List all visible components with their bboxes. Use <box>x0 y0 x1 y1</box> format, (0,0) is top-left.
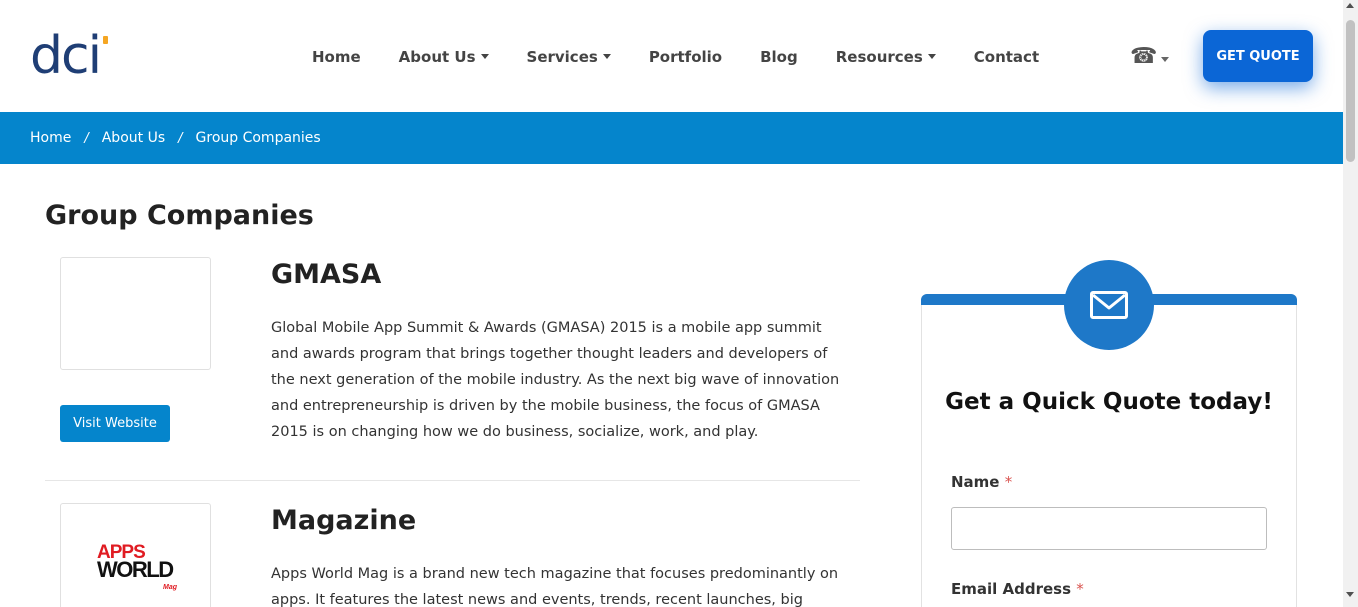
breadcrumb-separator: / <box>178 130 183 146</box>
breadcrumb-home[interactable]: Home <box>30 130 71 146</box>
field-label-text: Email Address <box>951 580 1072 598</box>
breadcrumb-about-us[interactable]: About Us <box>102 130 165 146</box>
nav-item-blog[interactable]: Blog <box>760 46 798 68</box>
dci-logo[interactable]: dci <box>30 30 112 82</box>
nav-item-label: Home <box>312 48 361 66</box>
nav-item-home[interactable]: Home <box>312 46 361 68</box>
caret-down-icon <box>602 53 611 59</box>
page-title: Group Companies <box>45 200 314 231</box>
visit-website-button[interactable]: Visit Website <box>60 405 170 442</box>
nav-item-services[interactable]: Services <box>527 46 611 68</box>
caret-down-icon <box>1161 56 1170 62</box>
nav-item-portfolio[interactable]: Portfolio <box>649 46 722 68</box>
required-mark: * <box>1004 473 1013 491</box>
phone-dropdown[interactable]: ☎ <box>1130 44 1170 70</box>
nav-item-label: Resources <box>835 48 923 66</box>
breadcrumb-current: Group Companies <box>195 130 321 146</box>
site-header: dci Home About Us Services Portfolio Blo… <box>0 0 1343 112</box>
apps-world-logo-image: APPS WORLD Mag <box>60 503 211 607</box>
breadcrumb: Home / About Us / Group Companies <box>0 112 1343 164</box>
nav-item-label: About Us <box>398 48 476 66</box>
breadcrumb-separator: / <box>84 130 89 146</box>
page-scrollbar[interactable] <box>1343 0 1358 607</box>
caret-down-icon <box>480 53 489 59</box>
scroll-down-arrow-icon[interactable] <box>1346 592 1354 597</box>
required-mark: * <box>1076 580 1084 598</box>
nav-item-label: Portfolio <box>648 48 723 66</box>
name-input[interactable] <box>951 507 1267 550</box>
get-quote-button[interactable]: GET QUOTE <box>1203 30 1313 82</box>
company-description: Apps World Mag is a brand new tech magaz… <box>271 566 839 607</box>
envelope-badge <box>1064 260 1154 350</box>
nav-item-contact[interactable]: Contact <box>974 46 1039 68</box>
scrollbar-thumb[interactable] <box>1346 20 1355 162</box>
gmasa-logo-image <box>60 257 211 370</box>
main-nav: Home About Us Services Portfolio Blog Re… <box>312 46 1077 68</box>
scroll-up-arrow-icon[interactable] <box>1346 3 1354 8</box>
email-field-label: Email Address * <box>951 580 1084 598</box>
logo-world-text: WORLD <box>97 557 174 582</box>
logo-accent <box>103 36 108 44</box>
nav-item-label: Contact <box>973 48 1040 66</box>
nav-item-label: Blog <box>760 48 798 66</box>
logo-mag-text: Mag <box>163 584 177 591</box>
apps-world-logo: APPS WORLD Mag <box>97 543 177 591</box>
nav-item-resources[interactable]: Resources <box>836 46 936 68</box>
nav-item-about-us[interactable]: About Us <box>399 46 489 68</box>
section-divider <box>45 480 860 481</box>
company-title: Magazine <box>271 505 417 536</box>
field-label-text: Name <box>951 473 1000 491</box>
nav-item-label: Services <box>526 48 598 66</box>
envelope-flap <box>1092 293 1126 310</box>
quote-card-title: Get a Quick Quote today! <box>945 389 1273 415</box>
envelope-icon <box>1090 291 1128 319</box>
phone-icon: ☎ <box>1130 44 1158 69</box>
logo-text: dci <box>30 26 102 86</box>
caret-down-icon <box>927 53 936 59</box>
company-description: Global Mobile App Summit & Awards (GMASA… <box>271 320 840 440</box>
name-field-label: Name * <box>951 473 1012 491</box>
company-title: GMASA <box>271 259 382 290</box>
